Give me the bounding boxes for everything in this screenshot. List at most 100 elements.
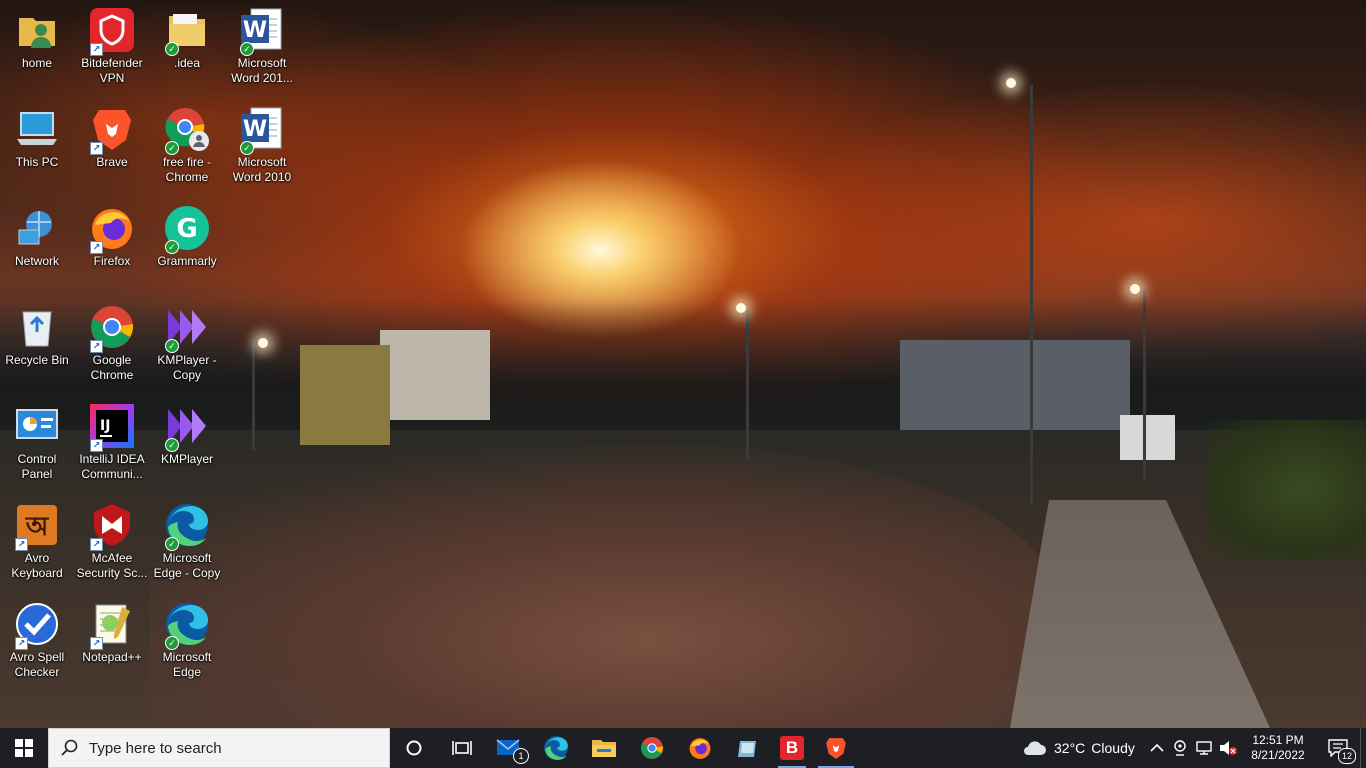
tray-network[interactable]: [1192, 728, 1216, 768]
desktop-icon-word-2010[interactable]: W ✓ Microsoft Word 2010: [225, 101, 299, 195]
recycle-bin-icon: [13, 303, 61, 351]
desktop-icon-idea-folder[interactable]: ✓ .idea: [150, 2, 224, 96]
bitdefender-icon: B: [780, 736, 804, 760]
desktop-icon-network[interactable]: Network: [0, 200, 74, 294]
desktop-icon-recycle-bin[interactable]: Recycle Bin: [0, 299, 74, 393]
wallpaper-lamp-4: [258, 338, 268, 348]
word-document-icon: W ✓: [238, 6, 286, 56]
svg-text:অ: অ: [25, 512, 50, 542]
wallpaper-factory: [900, 340, 1130, 430]
sync-check-icon: ✓: [165, 240, 179, 254]
tray-volume[interactable]: [1216, 728, 1240, 768]
taskbar-edge[interactable]: [532, 728, 580, 768]
taskbar-firefox[interactable]: [676, 728, 724, 768]
ethernet-icon: [1196, 741, 1212, 755]
wallpaper-road: [150, 440, 1050, 728]
taskbar: Type here to search 1 B 32°C Cloudy 12:5…: [0, 728, 1366, 768]
taskbar-search-box[interactable]: Type here to search: [48, 728, 390, 768]
desktop-icon-google-chrome[interactable]: ↗ Google Chrome: [75, 299, 149, 393]
grammarly-icon: G ✓: [163, 204, 211, 254]
avro-keyboard-icon: অ ↗: [13, 501, 61, 551]
edge-icon: ✓: [163, 501, 211, 551]
desktop-icon-home[interactable]: home: [0, 2, 74, 96]
desktop-icon-free-fire-chrome[interactable]: ✓ free fire - Chrome: [150, 101, 224, 195]
desktop-icon-this-pc[interactable]: This PC: [0, 101, 74, 195]
taskbar-clock[interactable]: 12:51 PM 8/21/2022: [1240, 728, 1316, 768]
wallpaper-lamp-2: [1130, 284, 1140, 294]
weather-widget[interactable]: 32°C Cloudy: [1022, 728, 1146, 768]
kmplayer-icon: ✓: [163, 303, 211, 353]
bitdefender-vpn-icon: ↗: [88, 6, 136, 56]
windows-logo-icon: [15, 739, 33, 757]
desktop-icon-control-panel[interactable]: Control Panel: [0, 398, 74, 492]
folder-icon: ✓: [163, 6, 211, 56]
notepad-plus-plus-icon: ↗: [88, 600, 136, 650]
start-button[interactable]: [0, 728, 48, 768]
speaker-muted-icon: [1220, 741, 1237, 755]
cortana-circle-icon: [406, 740, 422, 756]
taskbar-mail[interactable]: 1: [486, 728, 532, 768]
shortcut-arrow-icon: ↗: [90, 637, 103, 650]
weather-description: Cloudy: [1091, 740, 1135, 756]
desktop-icon-edge-copy[interactable]: ✓ Microsoft Edge - Copy: [150, 497, 224, 591]
desktop-icon-kmplayer-copy[interactable]: ✓ KMPlayer - Copy: [150, 299, 224, 393]
brave-lion-icon: [826, 738, 846, 759]
cloud-icon: [1024, 741, 1046, 755]
clock-time: 12:51 PM: [1252, 733, 1304, 747]
sync-check-icon: ✓: [165, 141, 179, 155]
chevron-up-icon: [1150, 743, 1164, 752]
task-view-icon: [452, 741, 472, 755]
chrome-icon: [641, 737, 664, 759]
word-document-icon: W ✓: [238, 105, 286, 155]
desktop-icon-word-201[interactable]: W ✓ Microsoft Word 201...: [225, 2, 299, 96]
sync-check-icon: ✓: [165, 438, 179, 452]
action-center-button[interactable]: 12: [1316, 728, 1360, 768]
desktop-icon-firefox[interactable]: ↗ Firefox: [75, 200, 149, 294]
network-globe-icon: [13, 204, 61, 252]
desktop-icon-intellij-idea[interactable]: IJ ↗ IntelliJ IDEA Communi...: [75, 398, 149, 492]
mail-badge: 1: [513, 748, 529, 764]
desktop-icon-mcafee[interactable]: ↗ McAfee Security Sc...: [75, 497, 149, 591]
taskbar-chrome[interactable]: [628, 728, 676, 768]
taskbar-file-explorer[interactable]: [580, 728, 628, 768]
taskbar-bitdefender[interactable]: B: [772, 728, 812, 768]
tray-webcam[interactable]: [1168, 728, 1192, 768]
wallpaper-lamp-pole-4: [252, 340, 255, 450]
desktop-icon-notepad-plus-plus[interactable]: ↗ Notepad++: [75, 596, 149, 690]
shortcut-arrow-icon: ↗: [15, 538, 28, 551]
chrome-profile-icon: ✓: [163, 105, 211, 155]
notification-count-badge: 12: [1338, 748, 1356, 764]
wallpaper-lamp-pole: [1030, 85, 1033, 505]
kmplayer-icon: ✓: [163, 402, 211, 452]
wallpaper-lamp-3: [736, 303, 746, 313]
taskbar-paint-app[interactable]: [724, 728, 772, 768]
webcam-icon: [1174, 740, 1186, 756]
svg-text:G: G: [176, 214, 197, 244]
desktop-icon-avro-spell-checker[interactable]: ↗ Avro Spell Checker: [0, 596, 74, 690]
user-folder-icon: [13, 6, 61, 54]
chrome-icon: ↗: [88, 303, 136, 353]
taskbar-brave[interactable]: [812, 728, 860, 768]
weather-temperature: 32°C: [1054, 740, 1086, 756]
computer-icon: [13, 105, 61, 153]
desktop-icon-kmplayer[interactable]: ✓ KMPlayer: [150, 398, 224, 492]
search-placeholder: Type here to search: [89, 739, 222, 757]
shortcut-arrow-icon: ↗: [90, 439, 103, 452]
desktop-icon-avro-keyboard[interactable]: অ ↗ Avro Keyboard: [0, 497, 74, 591]
cortana-button[interactable]: [390, 728, 438, 768]
desktop-icon-bitdefender-vpn[interactable]: ↗ Bitdefender VPN: [75, 2, 149, 96]
desktop-icon-brave[interactable]: ↗ Brave: [75, 101, 149, 195]
show-desktop-button[interactable]: [1360, 728, 1366, 768]
shortcut-arrow-icon: ↗: [90, 340, 103, 353]
wallpaper-shed: [1120, 415, 1175, 460]
intellij-text: IJ: [100, 418, 110, 434]
desktop-icon-grammarly[interactable]: G ✓ Grammarly: [150, 200, 224, 294]
desktop-icon-edge[interactable]: ✓ Microsoft Edge: [150, 596, 224, 690]
sync-check-icon: ✓: [165, 537, 179, 551]
sync-check-icon: ✓: [240, 141, 254, 155]
firefox-icon: ↗: [88, 204, 136, 254]
intellij-idea-icon: IJ ↗: [88, 402, 136, 452]
sync-check-icon: ✓: [165, 636, 179, 650]
show-hidden-icons-button[interactable]: [1146, 728, 1168, 768]
task-view-button[interactable]: [438, 728, 486, 768]
